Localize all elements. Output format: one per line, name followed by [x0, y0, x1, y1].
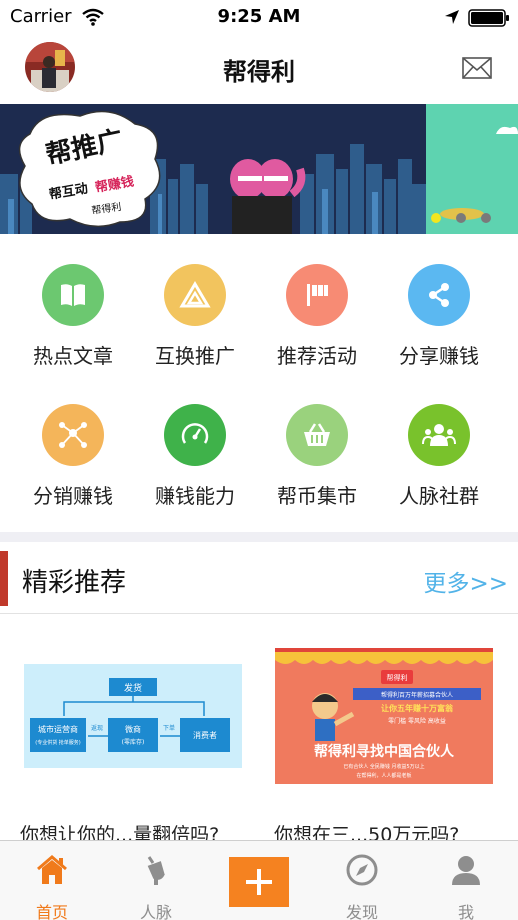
basket-icon [286, 404, 348, 466]
grid-item-coin-market[interactable]: 帮币集市 [252, 404, 382, 509]
tab-discover[interactable]: 发现 [310, 841, 414, 920]
card-image: 帮得利 帮得利百万年薪招募合伙人 让你五年赚十万富翁 零门槛 零风险 高收益 帮… [275, 648, 493, 784]
gauge-icon [164, 404, 226, 466]
grid-label: 热点文章 [33, 344, 113, 368]
tab-home[interactable]: 首页 [0, 841, 104, 920]
promo-banner[interactable]: 帮推广 帮互动 帮赚钱 帮得利 [0, 104, 518, 234]
grid-label: 互换推广 [155, 344, 235, 368]
flag-icon [286, 264, 348, 326]
poster-line-5: 已有合伙人 全民赚钱 月收益5万以上 [343, 763, 424, 770]
page-title: 帮得利 [223, 58, 295, 86]
feature-grid: 热点文章 互换推广 推荐活动 分享赚钱 分销赚钱 赚钱能力 帮币集市 人脉社群 [0, 234, 518, 532]
card-image: 发货 城市运营商 (专业供货 抢单服务) 微商 (零库存) 消费者 返现 下单 [24, 664, 242, 768]
diagram-left-sub: (专业供货 抢单服务) [35, 739, 81, 746]
grid-item-recommended-events[interactable]: 推荐活动 [252, 264, 382, 369]
diagram-arrow-left: 返现 [91, 725, 103, 732]
grid-item-earning-ability[interactable]: 赚钱能力 [130, 404, 260, 509]
diagram-right: 消费者 [193, 730, 217, 740]
tab-bar: 首页 人脉 发现 我 [0, 840, 518, 920]
poster-line-6: 在帮得利，人人都是老板 [356, 772, 411, 779]
plus-icon [246, 869, 272, 895]
grid-item-exchange-promotion[interactable]: 互换推广 [130, 264, 260, 369]
status-time: 9:25 AM [217, 6, 301, 27]
mail-icon[interactable] [462, 56, 492, 84]
diagram-middle-sub: (零库存) [122, 738, 145, 746]
poster-line-1: 帮得利百万年薪招募合伙人 [381, 691, 453, 699]
card-item[interactable]: 帮得利 帮得利百万年薪招募合伙人 让你五年赚十万富翁 零门槛 零风险 高收益 帮… [274, 614, 514, 846]
poster-badge: 帮得利 [387, 673, 408, 682]
grid-label: 分销赚钱 [33, 484, 113, 508]
person-icon [414, 853, 518, 887]
poster-line-2: 让你五年赚十万富翁 [381, 703, 454, 713]
more-link[interactable]: 更多>> [423, 564, 508, 598]
diagram-top: 发货 [124, 682, 142, 694]
grid-item-hot-articles[interactable]: 热点文章 [8, 264, 138, 369]
share-icon [408, 264, 470, 326]
tab-label: 人脉 [139, 903, 172, 920]
status-bar: Carrier 9:25 AM [0, 0, 518, 36]
grid-label: 推荐活动 [277, 344, 357, 368]
cocktail-icon [104, 853, 208, 887]
diagram-left: 城市运营商 [38, 724, 78, 734]
triangle-exchange-icon [164, 264, 226, 326]
tab-contacts[interactable]: 人脉 [104, 841, 208, 920]
section-accent-bar [0, 551, 8, 606]
tab-label: 发现 [345, 903, 378, 920]
tab-label: 我 [457, 903, 474, 920]
section-title: 精彩推荐 [22, 568, 127, 598]
grid-item-distribution-earn[interactable]: 分销赚钱 [8, 404, 138, 509]
recommendation-cards: 发货 城市运营商 (专业供货 抢单服务) 微商 (零库存) 消费者 返现 下单 … [0, 614, 518, 846]
banner-page-indicator[interactable] [428, 210, 498, 226]
tab-me[interactable]: 我 [414, 841, 518, 920]
poster-line-4: 帮得利寻找中国合伙人 [314, 743, 455, 760]
location-arrow-icon [444, 9, 460, 29]
grid-item-share-earn[interactable]: 分享赚钱 [374, 264, 504, 369]
battery-icon [468, 9, 510, 31]
people-icon [408, 404, 470, 466]
cartoon-figures [230, 159, 306, 234]
network-icon [42, 404, 104, 466]
diagram-arrow-right: 下单 [163, 724, 175, 732]
home-icon [0, 853, 104, 887]
grid-item-network-community[interactable]: 人脉社群 [374, 404, 504, 509]
grid-label: 赚钱能力 [155, 484, 235, 508]
add-button[interactable] [229, 857, 289, 907]
navigation-bar: 帮得利 [0, 36, 518, 104]
section-header: 精彩推荐 更多>> [0, 542, 518, 614]
grid-label: 分享赚钱 [399, 344, 479, 368]
book-icon [42, 264, 104, 326]
section-separator [0, 532, 518, 542]
tab-label: 首页 [35, 903, 68, 920]
diagram-middle: 微商 [125, 724, 141, 734]
poster-line-3: 零门槛 零风险 高收益 [388, 717, 446, 725]
compass-icon [310, 853, 414, 887]
grid-label: 人脉社群 [399, 484, 479, 508]
grid-label: 帮币集市 [277, 484, 357, 508]
card-item[interactable]: 发货 城市运营商 (专业供货 抢单服务) 微商 (零库存) 消费者 返现 下单 … [20, 614, 260, 846]
